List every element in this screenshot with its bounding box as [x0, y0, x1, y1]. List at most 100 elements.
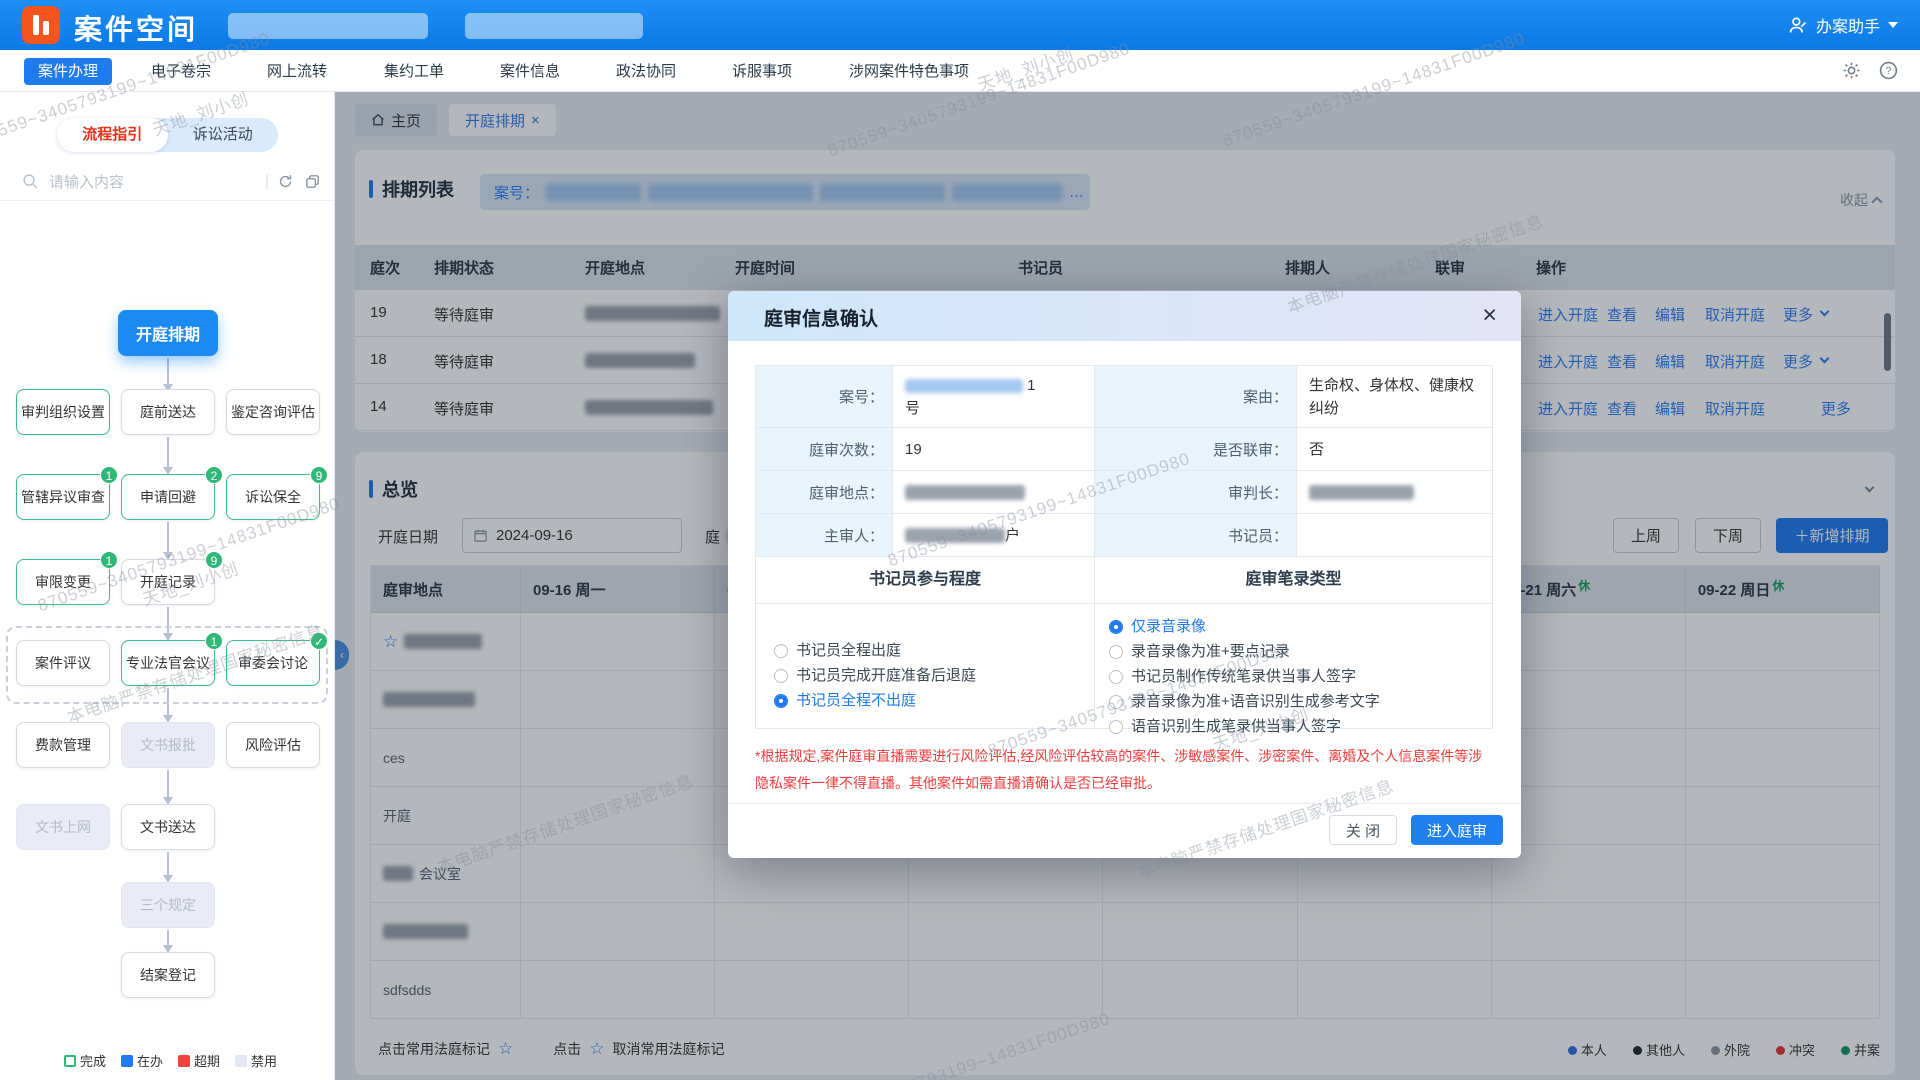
flow-arrow	[167, 358, 169, 384]
radio-icon	[1109, 645, 1123, 659]
tab-litigation-activity[interactable]: 诉讼活动	[168, 118, 279, 152]
joint-trial-value: 否	[1297, 428, 1493, 471]
participation-header: 书记员参与程度	[756, 557, 1095, 604]
flow-step-doc-publish[interactable]: 文书上网	[16, 804, 110, 850]
record-type-options: 仅录音录像 录音录像为准+要点记录 书记员制作传统笔录供当事人签字 录音录像为准…	[1095, 604, 1493, 729]
tab-process-guide[interactable]: 流程指引	[57, 118, 168, 152]
flow-step-judge-meeting[interactable]: 专业法官会议1	[121, 640, 215, 686]
flow-step-doc-approval[interactable]: 文书报批	[121, 722, 215, 768]
flow-step-risk-assess[interactable]: 风险评估	[226, 722, 320, 768]
radio-option[interactable]: 书记员全程出庭	[774, 638, 1094, 663]
case-number-value: 1 号	[893, 366, 1095, 428]
field-label: 庭审地点：	[756, 471, 893, 514]
redacted-header-text	[465, 13, 643, 39]
flow-arrow	[167, 852, 169, 875]
divider: |	[265, 173, 269, 191]
cause-value: 生命权、身体权、健康权纠纷	[1297, 366, 1493, 428]
flow-arrow	[167, 522, 169, 552]
nav-item-online-flow[interactable]: 网上流转	[257, 58, 337, 85]
flow-step-committee[interactable]: 审委会讨论✓	[226, 640, 320, 686]
count-badge: 9	[205, 551, 223, 569]
user-edit-icon	[1788, 15, 1808, 35]
divider	[728, 803, 1521, 804]
module-nav: 案件办理 电子卷宗 网上流转 集约工单 案件信息 政法协同 诉服事项 涉网案件特…	[0, 50, 1920, 92]
nav-item-case-handling[interactable]: 案件办理	[24, 58, 112, 85]
flow-step-hearing-schedule[interactable]: 开庭排期	[118, 310, 218, 356]
flow-step-time-limit-change[interactable]: 审限变更1	[16, 559, 110, 605]
count-badge: 1	[100, 466, 118, 484]
help-icon[interactable]: ?	[1879, 61, 1898, 80]
radio-icon	[1109, 720, 1123, 734]
redacted-text	[1309, 485, 1414, 500]
nav-item-work-orders[interactable]: 集约工单	[374, 58, 454, 85]
gear-icon[interactable]	[1842, 61, 1861, 80]
field-label: 书记员：	[1095, 514, 1297, 557]
flow-step-recusal[interactable]: 申请回避2	[121, 474, 215, 520]
field-label: 是否联审：	[1095, 428, 1297, 471]
redacted-text	[905, 379, 1023, 393]
radio-icon	[774, 694, 788, 708]
flow-arrow	[167, 930, 169, 945]
participation-options: 书记员全程出庭 书记员完成开庭准备后退庭 书记员全程不出庭	[756, 604, 1095, 729]
hearing-info-table: 案号： 1 号 案由： 生命权、身体权、健康权纠纷 庭审次数： 19 是否联审：…	[755, 365, 1492, 729]
close-button[interactable]: 关 闭	[1329, 815, 1397, 845]
count-badge: 1	[205, 632, 223, 650]
flow-step-jurisdiction-review[interactable]: 管辖异议审查1	[16, 474, 110, 520]
field-label: 案号：	[756, 366, 893, 428]
radio-option[interactable]: 语音识别生成笔录供当事人签字	[1109, 714, 1492, 739]
radio-icon	[774, 669, 788, 683]
flow-arrow	[167, 770, 169, 797]
flow-step-hearing-record[interactable]: 开庭记录9	[121, 559, 215, 605]
flow-step-fee-mgmt[interactable]: 费款管理	[16, 722, 110, 768]
process-flowchart: 开庭排期 审判组织设置 庭前送达 鉴定咨询评估 管辖异议审查1 申请回避2 诉讼…	[0, 204, 335, 1040]
refresh-icon[interactable]	[277, 173, 294, 190]
field-label: 主审人：	[756, 514, 893, 557]
nav-item-e-files[interactable]: 电子卷宗	[141, 58, 221, 85]
radio-option-selected[interactable]: 仅录音录像	[1109, 614, 1492, 639]
nav-item-case-info[interactable]: 案件信息	[490, 58, 570, 85]
dialog-header: 庭审信息确认 ×	[728, 291, 1521, 341]
search-icon	[22, 173, 39, 190]
close-icon[interactable]: ×	[1482, 301, 1497, 330]
top-header: 案件空间 办案助手	[0, 0, 1920, 50]
radio-option[interactable]: 书记员完成开庭准备后退庭	[774, 663, 1094, 688]
radio-icon	[1109, 620, 1123, 634]
svg-text:?: ?	[1886, 66, 1892, 77]
count-badge: 2	[205, 466, 223, 484]
dialog-title: 庭审信息确认	[764, 304, 878, 331]
nav-item-net-cases[interactable]: 涉网案件特色事项	[839, 58, 979, 85]
radio-option[interactable]: 书记员制作传统笔录供当事人签字	[1109, 664, 1492, 689]
clerk-value	[1297, 514, 1493, 557]
flow-step-three-rules[interactable]: 三个规定	[121, 882, 215, 928]
radio-option[interactable]: 录音录像为准+语音识别生成参考文字	[1109, 689, 1492, 714]
app-logo-icon	[22, 6, 60, 44]
layers-icon[interactable]	[304, 173, 321, 190]
process-sidebar: 流程指引 诉讼活动 请输入内容 |	[0, 92, 335, 1080]
nav-item-politics-law[interactable]: 政法协同	[606, 58, 686, 85]
flow-status-legend: 完成 在办 超期 禁用	[64, 1051, 277, 1070]
radio-icon	[1109, 670, 1123, 684]
count-badge: 9	[310, 466, 328, 484]
radio-icon	[1109, 695, 1123, 709]
flow-step-pretrial-delivery[interactable]: 庭前送达	[121, 389, 215, 435]
record-type-header: 庭审笔录类型	[1095, 557, 1493, 604]
enter-hearing-button[interactable]: 进入庭审	[1411, 815, 1503, 845]
flow-step-case-close[interactable]: 结案登记	[121, 952, 215, 998]
assistant-menu[interactable]: 办案助手	[1788, 0, 1898, 50]
flow-step-doc-delivery[interactable]: 文书送达	[121, 804, 215, 850]
count-badge: 1	[100, 551, 118, 569]
flow-step-trial-org[interactable]: 审判组织设置	[16, 389, 110, 435]
radio-icon	[774, 644, 788, 658]
check-badge: ✓	[310, 632, 328, 650]
chevron-down-icon	[1888, 22, 1898, 28]
radio-option-selected[interactable]: 书记员全程不出庭	[774, 688, 1094, 713]
flow-step-preservation[interactable]: 诉讼保全9	[226, 474, 320, 520]
app-window: 案件空间 办案助手 案件办理 电子卷宗 网上流转 集约工单 案件信息 政法协同 …	[0, 0, 1920, 1080]
sidebar-search[interactable]: 请输入内容 |	[0, 163, 335, 201]
flow-step-appraisal[interactable]: 鉴定咨询评估	[226, 389, 320, 435]
field-label: 案由：	[1095, 366, 1297, 428]
search-placeholder: 请输入内容	[49, 171, 257, 192]
radio-option[interactable]: 录音录像为准+要点记录	[1109, 639, 1492, 664]
nav-item-service[interactable]: 诉服事项	[722, 58, 802, 85]
flow-step-case-review[interactable]: 案件评议	[16, 640, 110, 686]
